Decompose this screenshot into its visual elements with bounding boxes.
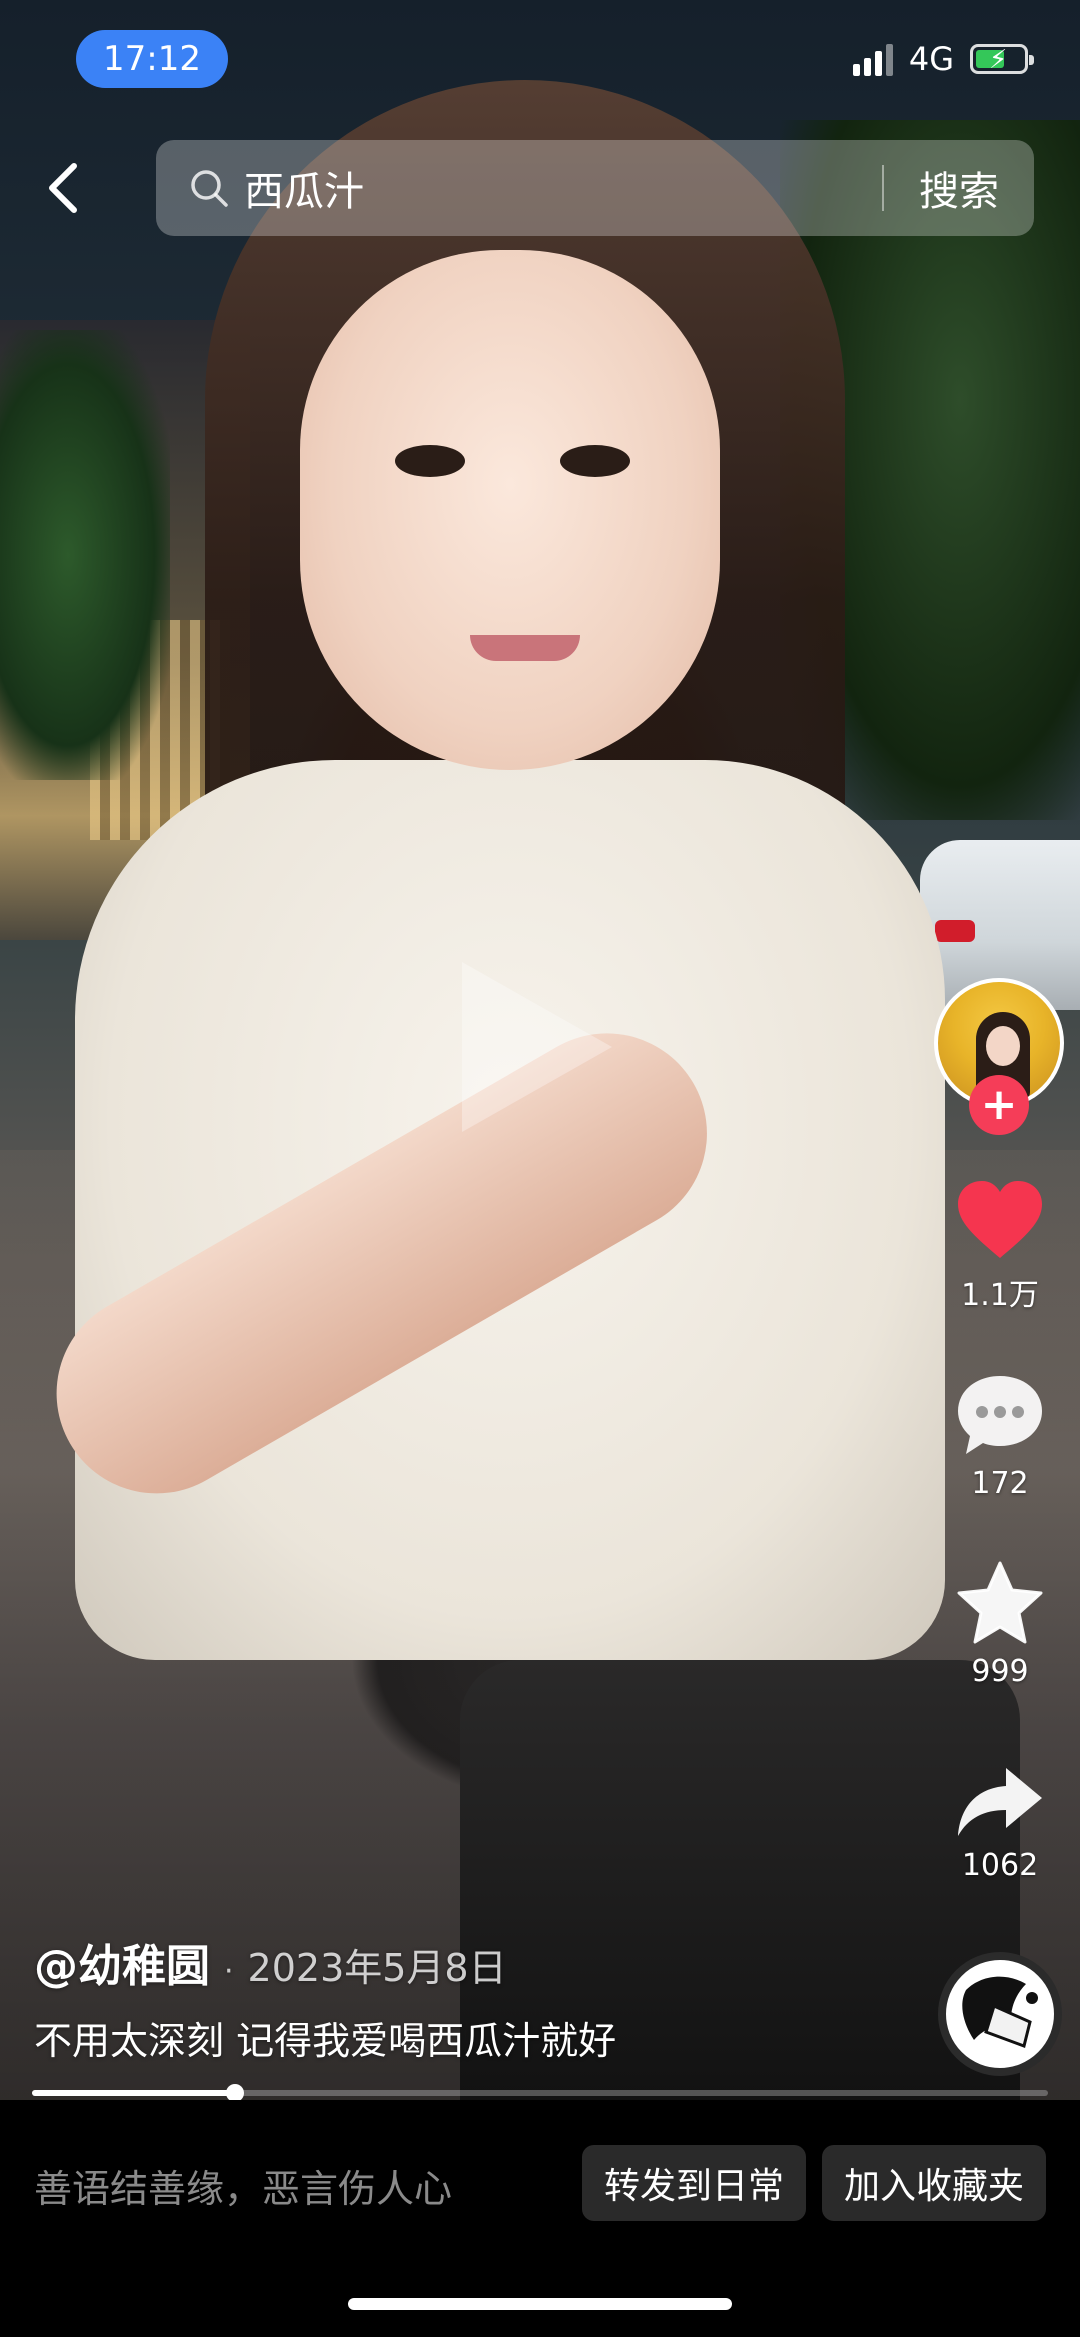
music-cover-icon [962, 1976, 1038, 2048]
share-button[interactable]: 1062 [942, 1764, 1058, 1883]
author-name[interactable]: @幼稚圆 [34, 1930, 210, 1994]
battery-icon: ⚡ [970, 44, 1034, 75]
back-button[interactable] [40, 158, 90, 218]
subject-face [300, 250, 720, 770]
bottom-bar: 善语结善缘，恶言伤人心 转发到日常 加入收藏夹 [0, 2100, 1080, 2337]
heart-icon [958, 1181, 1042, 1258]
comment-button[interactable]: 172 [942, 1372, 1058, 1501]
comment-count: 172 [971, 1466, 1029, 1501]
share-arrow-icon [958, 1768, 1042, 1836]
music-disc[interactable] [938, 1952, 1062, 2076]
star-icon [957, 1561, 1043, 1644]
comment-bubble-icon [958, 1376, 1042, 1454]
background-tree-left [0, 330, 170, 780]
search-submit-button[interactable]: 搜索 [884, 159, 1034, 217]
subject-eye-right [560, 445, 630, 477]
background-car-light [935, 920, 975, 942]
add-to-favorites-button[interactable]: 加入收藏夹 [822, 2145, 1046, 2221]
favorite-button[interactable]: 999 [942, 1560, 1058, 1689]
home-indicator[interactable] [348, 2298, 732, 2310]
follow-button[interactable]: + [969, 1075, 1029, 1135]
video-player-screen: 17:12 4G ⚡ 西瓜汁 搜索 + 1.1万 172 999 1062 @幼… [0, 0, 1080, 2337]
subject-eye-left [395, 445, 465, 477]
like-button[interactable]: 1.1万 [942, 1178, 1058, 1314]
subject-mouth [470, 635, 580, 661]
share-to-daily-button[interactable]: 转发到日常 [582, 2145, 806, 2221]
cellular-signal-icon [852, 42, 893, 76]
video-progress-fill [32, 2090, 236, 2096]
status-time: 17:12 [76, 30, 228, 88]
chevron-left-icon [49, 163, 77, 213]
comment-input[interactable]: 善语结善缘，恶言伤人心 [34, 2158, 452, 2213]
video-progress-bar[interactable] [32, 2084, 1048, 2102]
favorite-count: 999 [971, 1654, 1029, 1689]
status-indicators: 4G ⚡ [852, 40, 1034, 78]
search-input[interactable]: 西瓜汁 [244, 159, 882, 217]
meta-separator: · [224, 1954, 234, 1989]
search-icon [191, 170, 228, 207]
search-bar[interactable]: 西瓜汁 搜索 [156, 140, 1034, 236]
post-date: 2023年5月8日 [247, 1946, 507, 1990]
play-icon[interactable] [462, 962, 612, 1132]
network-type: 4G [908, 40, 954, 78]
charging-bolt-icon: ⚡ [989, 45, 1008, 75]
post-meta: @幼稚圆 · 2023年5月8日 [34, 1930, 507, 1994]
post-description: 不用太深刻 记得我爱喝西瓜汁就好 [34, 2019, 617, 2063]
share-count: 1062 [961, 1848, 1039, 1883]
like-count: 1.1万 [961, 1278, 1039, 1313]
